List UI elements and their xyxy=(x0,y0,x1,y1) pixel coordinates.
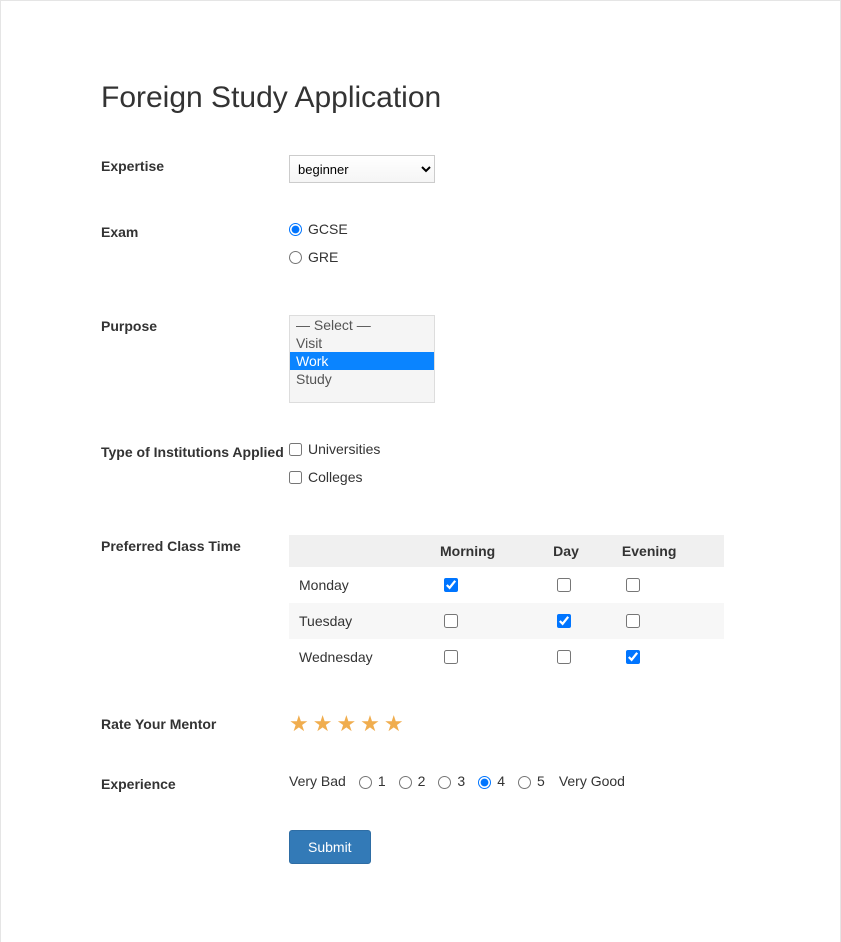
mentor-label: Rate Your Mentor xyxy=(101,713,289,732)
experience-option-2[interactable]: 2 xyxy=(394,773,426,789)
purpose-option[interactable]: — Select — xyxy=(290,316,434,334)
experience-radio-5[interactable] xyxy=(518,776,531,789)
table-row: Tuesday xyxy=(289,603,724,639)
exam-label: Exam xyxy=(101,221,289,240)
classtime-checkbox[interactable] xyxy=(444,650,458,664)
purpose-option[interactable]: Visit xyxy=(290,334,434,352)
experience-option-1[interactable]: 1 xyxy=(354,773,386,789)
purpose-option[interactable]: Study xyxy=(290,370,434,388)
classtime-checkbox[interactable] xyxy=(557,650,571,664)
classtime-checkbox[interactable] xyxy=(557,614,571,628)
classtime-table: MorningDayEvening MondayTuesdayWednesday xyxy=(289,535,724,675)
table-row: Wednesday xyxy=(289,639,724,675)
purpose-option[interactable]: Work xyxy=(290,352,434,370)
experience-label: Experience xyxy=(101,773,289,792)
experience-radio-2[interactable] xyxy=(399,776,412,789)
exam-option-gcse[interactable]: GCSE xyxy=(289,221,729,237)
institution-option-label: Universities xyxy=(308,441,380,457)
experience-option-3[interactable]: 3 xyxy=(433,773,465,789)
page-title: Foreign Study Application xyxy=(101,81,740,115)
classtime-checkbox[interactable] xyxy=(557,578,571,592)
experience-radio-1[interactable] xyxy=(359,776,372,789)
classtime-column-header: Morning xyxy=(430,535,543,567)
experience-right-label: Very Good xyxy=(559,773,625,789)
experience-radio-4[interactable] xyxy=(478,776,491,789)
experience-option-5[interactable]: 5 xyxy=(513,773,545,789)
submit-button[interactable]: Submit xyxy=(289,830,371,864)
institution-checkbox-colleges[interactable] xyxy=(289,471,302,484)
exam-radio-gre[interactable] xyxy=(289,251,302,264)
exam-radio-gcse[interactable] xyxy=(289,223,302,236)
exam-option-gre[interactable]: GRE xyxy=(289,249,729,265)
experience-option-4[interactable]: 4 xyxy=(473,773,505,789)
experience-option-label: 3 xyxy=(457,773,465,789)
exam-option-label: GCSE xyxy=(308,221,348,237)
classtime-checkbox[interactable] xyxy=(626,650,640,664)
experience-option-label: 4 xyxy=(497,773,505,789)
classtime-column-header: Day xyxy=(543,535,612,567)
classtime-checkbox[interactable] xyxy=(626,614,640,628)
institution-option-label: Colleges xyxy=(308,469,362,485)
classtime-day-cell: Wednesday xyxy=(289,639,430,675)
expertise-select[interactable]: beginner xyxy=(289,155,435,183)
classtime-checkbox[interactable] xyxy=(626,578,640,592)
institution-option-colleges[interactable]: Colleges xyxy=(289,469,729,485)
experience-option-label: 2 xyxy=(418,773,426,789)
classtime-day-cell: Tuesday xyxy=(289,603,430,639)
classtime-checkbox[interactable] xyxy=(444,578,458,592)
classtime-checkbox[interactable] xyxy=(444,614,458,628)
experience-left-label: Very Bad xyxy=(289,773,346,789)
experience-option-label: 5 xyxy=(537,773,545,789)
classtime-column-header xyxy=(289,535,430,567)
purpose-listbox[interactable]: — Select —VisitWorkStudy xyxy=(289,315,435,403)
experience-radio-3[interactable] xyxy=(438,776,451,789)
institution-checkbox-universities[interactable] xyxy=(289,443,302,456)
institutions-label: Type of Institutions Applied xyxy=(101,441,289,460)
purpose-label: Purpose xyxy=(101,315,289,334)
experience-option-label: 1 xyxy=(378,773,386,789)
table-row: Monday xyxy=(289,567,724,603)
classtime-day-cell: Monday xyxy=(289,567,430,603)
mentor-stars[interactable]: ★★★★★ xyxy=(289,713,729,735)
classtime-column-header: Evening xyxy=(612,535,724,567)
classtime-label: Preferred Class Time xyxy=(101,535,289,554)
institution-option-universities[interactable]: Universities xyxy=(289,441,729,457)
exam-option-label: GRE xyxy=(308,249,338,265)
expertise-label: Expertise xyxy=(101,155,289,174)
